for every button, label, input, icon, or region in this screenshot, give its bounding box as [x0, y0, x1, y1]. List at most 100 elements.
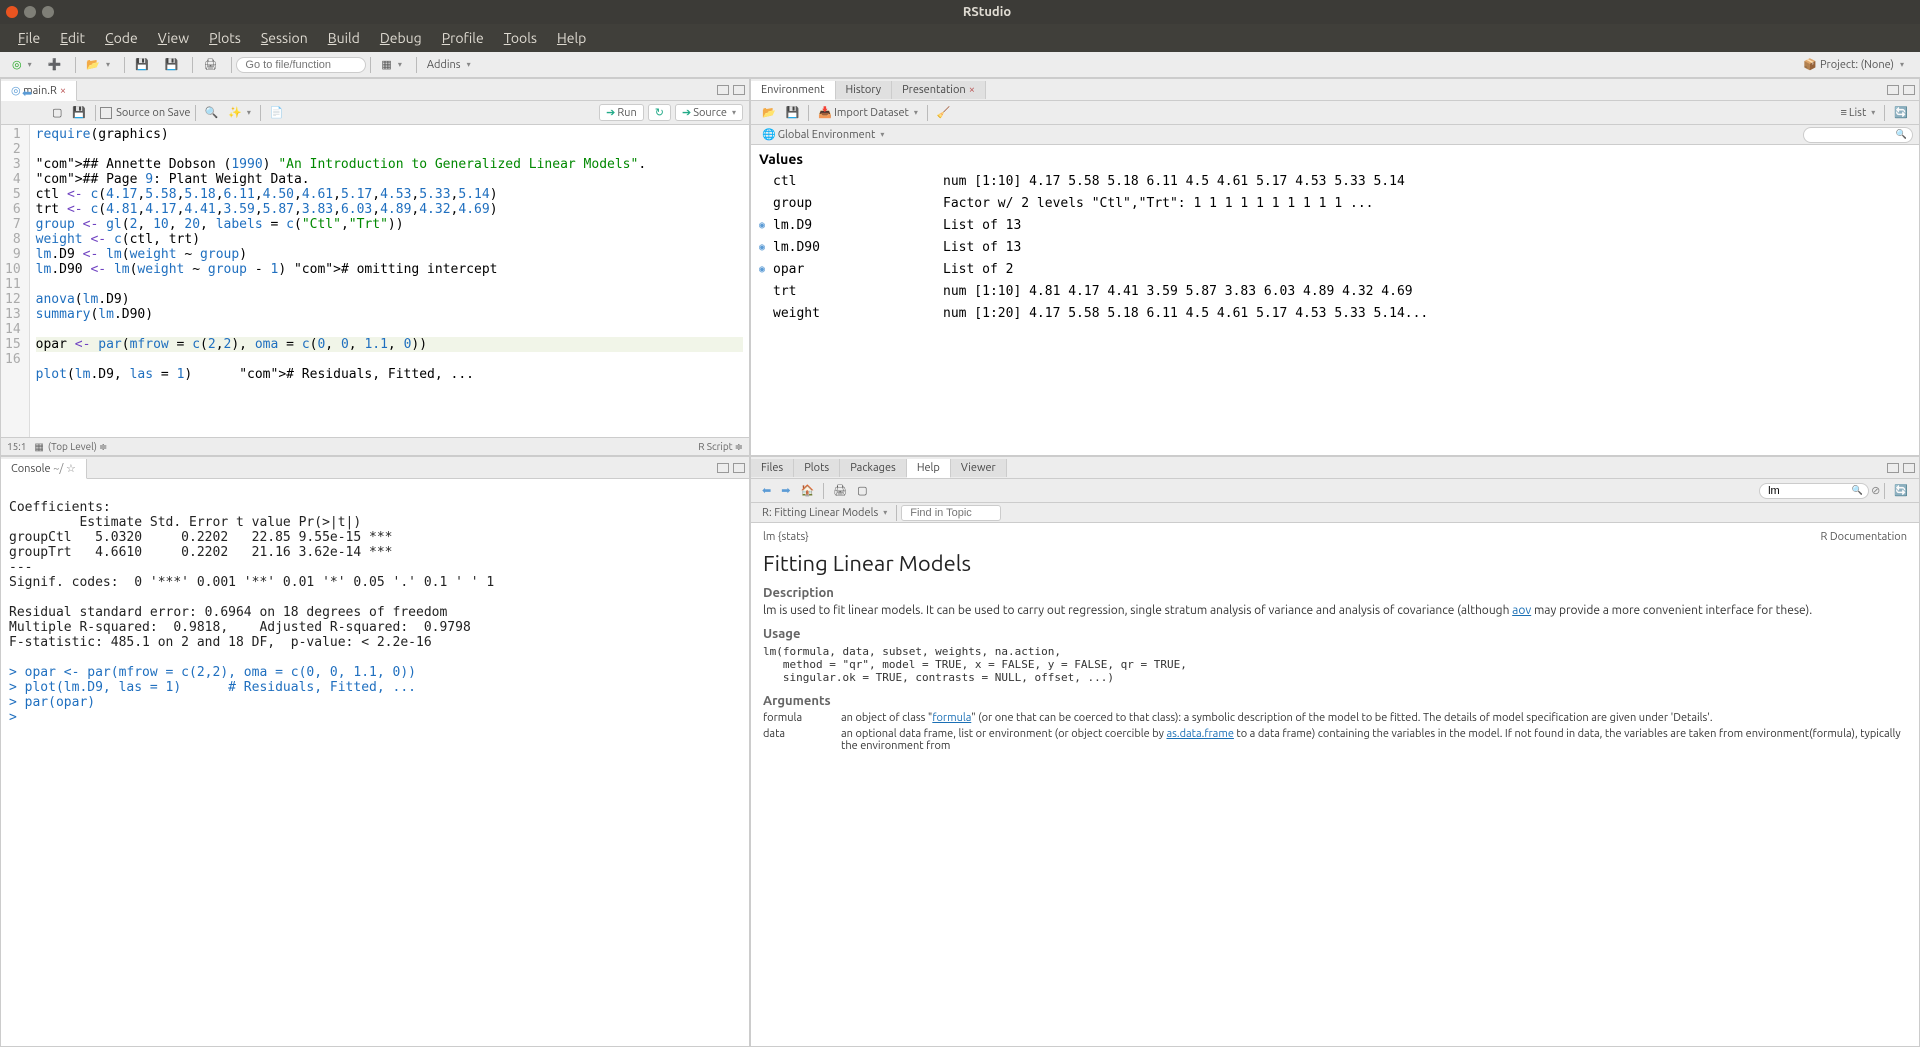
- find-button[interactable]: [200, 104, 224, 121]
- minimize-pane-button[interactable]: [1887, 85, 1899, 95]
- console-output[interactable]: Coefficients: Estimate Std. Error t valu…: [1, 479, 749, 1046]
- open-file-button[interactable]: [80, 56, 116, 73]
- addins-button[interactable]: Addins: [421, 57, 477, 73]
- refresh-env-button[interactable]: [1889, 104, 1913, 121]
- console-tab[interactable]: Console ~/ ☆: [1, 459, 87, 479]
- expand-icon[interactable]: ◉: [759, 237, 773, 259]
- load-workspace-button[interactable]: [757, 104, 781, 121]
- maximize-pane-button[interactable]: [733, 463, 745, 473]
- help-print-button[interactable]: [828, 482, 852, 499]
- expand-icon[interactable]: ◉: [759, 215, 773, 237]
- source-on-save-checkbox[interactable]: [100, 107, 112, 119]
- env-row[interactable]: ◉oparList of 2: [759, 259, 1911, 281]
- window-minimize-button[interactable]: [24, 6, 36, 18]
- menu-view[interactable]: View: [148, 26, 199, 50]
- maximize-pane-button[interactable]: [1903, 463, 1915, 473]
- help-topic-dropdown[interactable]: R: Fitting Linear Models: [757, 505, 892, 521]
- run-label: Run: [617, 107, 636, 119]
- env-row[interactable]: ◉lm.D9List of 13: [759, 215, 1911, 237]
- menu-profile[interactable]: Profile: [432, 26, 494, 50]
- scope-label[interactable]: (Top Level): [48, 441, 97, 452]
- env-row[interactable]: ◉lm.D90List of 13: [759, 237, 1911, 259]
- help-home-button[interactable]: [795, 482, 819, 499]
- env-search-input[interactable]: [1803, 127, 1913, 143]
- help-content[interactable]: lm {stats}R Documentation Fitting Linear…: [751, 523, 1919, 1046]
- env-tab-history[interactable]: History: [836, 81, 893, 99]
- help-forward-button[interactable]: [776, 482, 795, 499]
- source-dropdown-button[interactable]: ➔ Source: [675, 104, 743, 121]
- as.data.frame-link[interactable]: as.data.frame: [1166, 728, 1233, 740]
- close-tab-icon[interactable]: ×: [969, 84, 975, 96]
- environment-scope-button[interactable]: 🌐 Global Environment: [757, 126, 889, 143]
- save-all-button[interactable]: [159, 56, 185, 73]
- new-project-button[interactable]: ➕: [42, 56, 68, 73]
- blank: [759, 303, 773, 325]
- menu-edit[interactable]: Edit: [50, 26, 95, 50]
- env-tab-environment[interactable]: Environment: [751, 81, 836, 100]
- menu-session[interactable]: Session: [251, 26, 318, 50]
- menu-plots[interactable]: Plots: [199, 26, 251, 50]
- env-tab-presentation[interactable]: Presentation×: [892, 81, 986, 99]
- window-maximize-button[interactable]: [42, 6, 54, 18]
- help-search-input[interactable]: [1759, 483, 1869, 499]
- print-button[interactable]: [197, 56, 223, 73]
- help-tab-packages[interactable]: Packages: [840, 459, 907, 477]
- back-nav-icon[interactable]: ⬅: [22, 86, 32, 100]
- console-pane: Console ~/ ☆ Coefficients: Estimate Std.…: [0, 456, 750, 1047]
- window-close-button[interactable]: [6, 6, 18, 18]
- env-row[interactable]: weightnum [1:20] 4.17 5.58 5.18 6.11 4.5…: [759, 303, 1911, 325]
- help-tab-plots[interactable]: Plots: [794, 459, 840, 477]
- console-cwd: ~/: [53, 463, 63, 475]
- refresh-help-button[interactable]: [1889, 482, 1913, 499]
- env-row[interactable]: groupFactor w/ 2 levels "Ctl","Trt": 1 1…: [759, 193, 1911, 215]
- source-tab-main[interactable]: ◎ main.R×: [1, 81, 77, 101]
- run-button[interactable]: ➔ Run: [599, 104, 644, 121]
- help-tab-help[interactable]: Help: [907, 459, 951, 478]
- code-tools-button[interactable]: [223, 104, 256, 121]
- env-values-heading: Values: [759, 151, 1911, 171]
- clear-search-icon[interactable]: ⊘: [1871, 484, 1880, 497]
- save-source-button[interactable]: [67, 104, 91, 121]
- save-button[interactable]: [129, 56, 155, 73]
- rerun-button[interactable]: ↻: [648, 104, 671, 121]
- env-scope-label: Global Environment: [778, 129, 876, 141]
- source-editor[interactable]: 12345678910111213141516 require(graphics…: [1, 125, 749, 437]
- help-back-button[interactable]: [757, 482, 776, 499]
- formula-link[interactable]: formula: [932, 712, 971, 724]
- menu-file[interactable]: File: [8, 26, 50, 50]
- maximize-pane-button[interactable]: [1903, 85, 1915, 95]
- save-workspace-button[interactable]: [781, 104, 805, 121]
- help-tab-viewer[interactable]: Viewer: [951, 459, 1007, 477]
- find-in-topic-input[interactable]: [901, 505, 1001, 521]
- view-mode-button[interactable]: ≡ List: [1835, 105, 1880, 121]
- list-mode-label: List: [1849, 107, 1866, 119]
- menu-build[interactable]: Build: [318, 26, 370, 50]
- import-dataset-button[interactable]: 📥 Import Dataset: [813, 104, 922, 121]
- maximize-pane-button[interactable]: [733, 85, 745, 95]
- env-row[interactable]: trtnum [1:10] 4.81 4.17 4.41 3.59 5.87 3…: [759, 281, 1911, 303]
- menu-debug[interactable]: Debug: [370, 26, 432, 50]
- blank: [759, 281, 773, 303]
- minimize-pane-button[interactable]: [717, 463, 729, 473]
- new-file-button[interactable]: ◎: [6, 56, 38, 73]
- lens-icon: [205, 106, 219, 119]
- popout-button[interactable]: ▢: [47, 104, 67, 121]
- expand-icon[interactable]: ◉: [759, 259, 773, 281]
- minimize-pane-button[interactable]: [1887, 463, 1899, 473]
- grid-tools-button[interactable]: [375, 56, 407, 73]
- goto-file-input[interactable]: [236, 57, 366, 73]
- help-popout-button[interactable]: ▢: [852, 482, 872, 499]
- menu-help[interactable]: Help: [547, 26, 596, 50]
- project-menu[interactable]: 📦 Project: (None): [1797, 56, 1910, 73]
- env-row[interactable]: ctlnum [1:10] 4.17 5.58 5.18 6.11 4.5 4.…: [759, 171, 1911, 193]
- menu-code[interactable]: Code: [95, 26, 148, 50]
- minimize-pane-button[interactable]: [717, 85, 729, 95]
- aov-link[interactable]: aov: [1512, 604, 1531, 617]
- compile-report-button[interactable]: [265, 104, 289, 121]
- project-label: Project: (None): [1820, 59, 1894, 71]
- help-tab-files[interactable]: Files: [751, 459, 794, 477]
- clear-workspace-button[interactable]: [932, 104, 956, 121]
- doc-icon: [270, 106, 284, 119]
- close-tab-icon[interactable]: ×: [60, 85, 66, 97]
- menu-tools[interactable]: Tools: [494, 26, 547, 50]
